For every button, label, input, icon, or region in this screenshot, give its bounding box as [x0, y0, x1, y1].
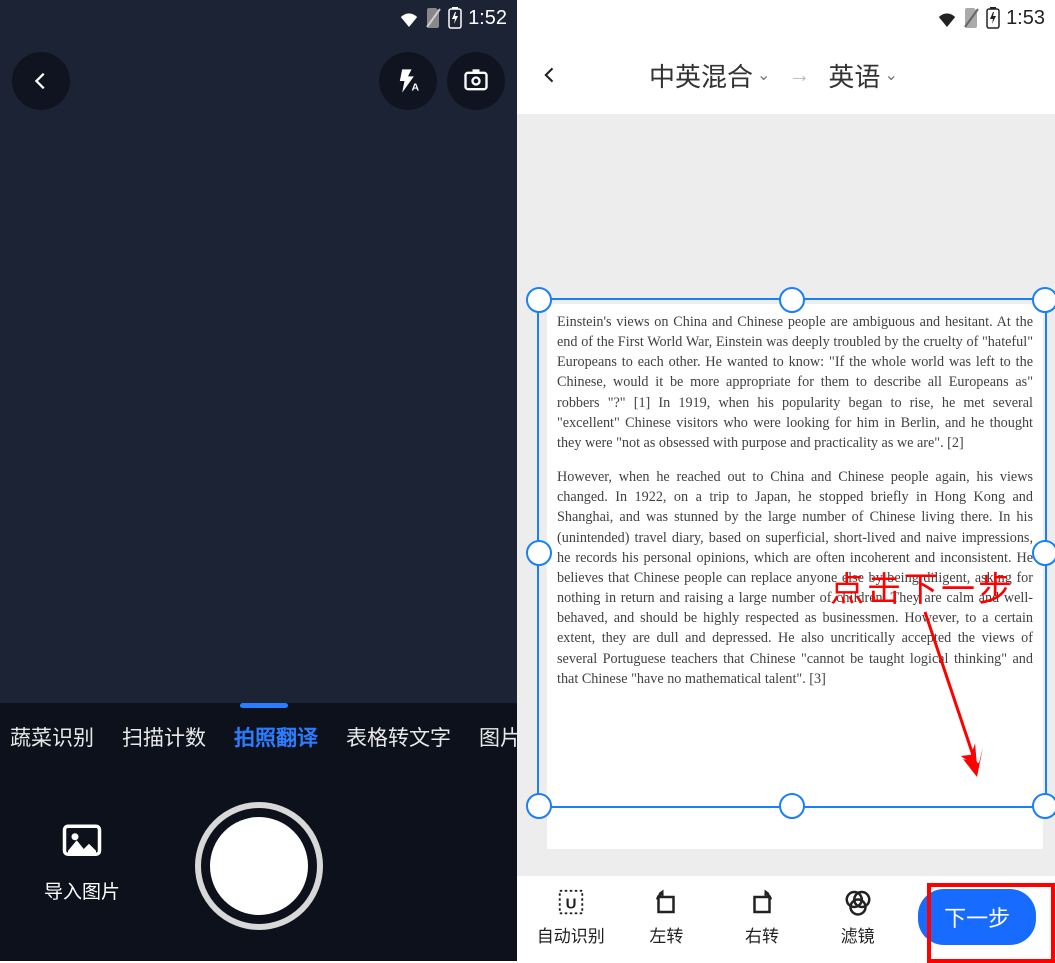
back-button[interactable] — [531, 56, 569, 94]
tab-vegetable[interactable]: 蔬菜识别 — [10, 722, 94, 752]
language-selector: 中英混合 ⌄ → 英语 ⌄ — [649, 57, 898, 94]
svg-text:A: A — [412, 81, 420, 93]
left-statusbar: 1:52 — [0, 0, 517, 36]
filter-button[interactable]: 滤镜 — [823, 887, 893, 947]
camera-viewfinder — [0, 126, 517, 703]
next-button-label: 下一步 — [944, 906, 1010, 931]
rotate-right-label: 右转 — [745, 922, 779, 947]
right-statusbar: 1:53 — [517, 0, 1055, 36]
shutter-inner — [210, 817, 308, 915]
right-phone: 1:53 中英混合 ⌄ → 英语 ⌄ Einstein's v — [517, 0, 1055, 961]
no-sim-icon — [964, 8, 980, 28]
rotate-right-button[interactable]: 右转 — [727, 887, 797, 947]
annotation-text: 点击下一步 — [830, 562, 1015, 611]
auto-detect-button[interactable]: U 自动识别 — [536, 887, 606, 947]
rotate-left-label: 左转 — [649, 922, 683, 947]
left-clock: 1:52 — [468, 7, 507, 30]
tab-scan-count[interactable]: 扫描计数 — [122, 722, 206, 752]
battery-charging-icon — [986, 7, 1000, 29]
target-language-label: 英语 — [828, 57, 880, 94]
tab-photo-translate[interactable]: 拍照翻译 — [234, 722, 318, 752]
wifi-icon — [398, 9, 420, 27]
left-phone: 1:52 A 蔬菜识别 扫描计数 拍照翻译 表格转文字 图片转w — [0, 0, 517, 961]
auto-detect-icon: U — [556, 887, 586, 917]
capture-bar: 导入图片 — [0, 771, 517, 961]
wifi-icon — [936, 9, 958, 27]
filter-label: 滤镜 — [841, 922, 875, 947]
filter-icon — [843, 887, 873, 917]
tab-table-to-text[interactable]: 表格转文字 — [346, 722, 451, 752]
settings-icon[interactable] — [447, 52, 505, 110]
tab-image-to[interactable]: 图片转w — [479, 722, 517, 752]
bottom-action-bar: U 自动识别 左转 右转 滤镜 — [517, 875, 1055, 961]
next-button[interactable]: 下一步 — [918, 889, 1036, 945]
right-clock: 1:53 — [1006, 7, 1045, 30]
import-image-button[interactable]: 导入图片 — [44, 821, 120, 904]
right-header: 中英混合 ⌄ → 英语 ⌄ — [517, 36, 1055, 114]
mode-tabs: 蔬菜识别 扫描计数 拍照翻译 表格转文字 图片转w — [0, 703, 517, 771]
crop-area[interactable]: Einstein's views on China and Chinese pe… — [517, 114, 1055, 875]
auto-detect-label: 自动识别 — [537, 922, 605, 947]
svg-text:U: U — [565, 895, 576, 912]
chevron-down-icon: ⌄ — [757, 65, 770, 85]
rotate-right-icon — [747, 887, 777, 917]
source-language-select[interactable]: 中英混合 ⌄ — [649, 57, 770, 94]
flash-auto-button[interactable]: A — [379, 52, 437, 110]
rotate-left-icon — [651, 887, 681, 917]
no-sim-icon — [426, 8, 442, 28]
shutter-button[interactable] — [195, 802, 323, 930]
target-language-select[interactable]: 英语 ⌄ — [828, 57, 897, 94]
image-icon — [61, 821, 103, 863]
document-text: Einstein's views on China and Chinese pe… — [547, 304, 1043, 689]
arrow-right-icon: → — [788, 62, 810, 88]
rotate-left-button[interactable]: 左转 — [631, 887, 701, 947]
left-topbar: A — [0, 36, 517, 126]
back-button[interactable] — [12, 52, 70, 110]
source-language-label: 中英混合 — [649, 57, 753, 94]
import-label: 导入图片 — [44, 877, 120, 904]
chevron-down-icon: ⌄ — [884, 65, 897, 85]
tab-indicator — [240, 703, 288, 708]
document-paragraph-1: Einstein's views on China and Chinese pe… — [557, 312, 1033, 453]
battery-charging-icon — [448, 7, 462, 29]
